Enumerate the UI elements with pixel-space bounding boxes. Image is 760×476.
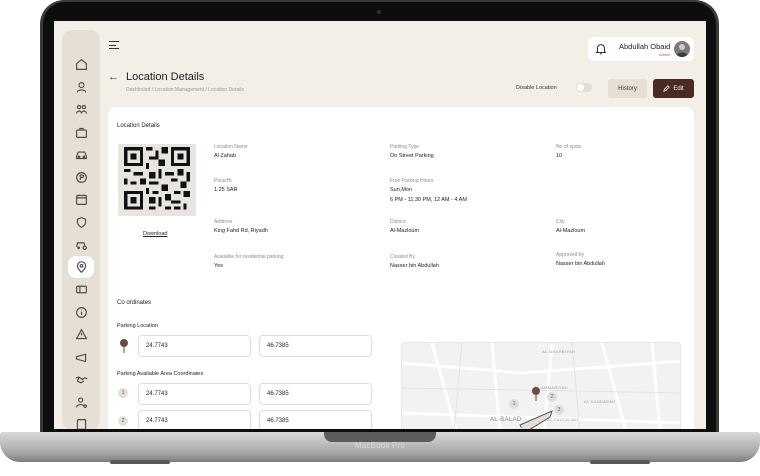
document-icon[interactable] (73, 416, 89, 429)
history-button[interactable]: History (608, 79, 647, 98)
map-label: AL-BALAD (490, 417, 522, 423)
parking-type-label: Parking Type (390, 144, 420, 150)
area-lat-input[interactable]: 24.7743 (138, 383, 251, 405)
map-label: AL-GHARBIYAH (542, 349, 576, 354)
disable-location-label: Disable Location (516, 85, 557, 91)
pencil-icon (663, 85, 671, 92)
approved-by-value: Nasser bin Abdullah (556, 261, 605, 267)
breadcrumb: Dashboard / Location Management / Locati… (126, 87, 244, 93)
parking-type-value: On Street Parking (390, 153, 434, 159)
avatar[interactable] (674, 41, 690, 57)
shield-icon[interactable] (73, 214, 89, 230)
calendar-icon[interactable] (73, 191, 89, 207)
city-label: City (556, 219, 565, 225)
laptop-foot (110, 460, 170, 464)
pin-icon (120, 339, 128, 353)
back-arrow-icon[interactable]: ← (108, 71, 119, 83)
app-screen: Abdullah Obaid Admin ← Location Details … (54, 21, 706, 429)
area-point-badge: 2 (118, 416, 128, 426)
camera (377, 10, 381, 14)
free-hours-times: 6 PM - 11:30 PM, 12 AM - 4 AM (390, 197, 467, 203)
vehicle-settings-icon[interactable] (73, 236, 89, 252)
map-label: AL KANDARAH (584, 399, 616, 404)
parking-location-lat-input[interactable]: 24.7743 (138, 335, 251, 357)
user-settings-icon[interactable] (73, 394, 89, 410)
parking-location-lng: 46.7385 (267, 343, 289, 349)
area-point-badge: 1 (118, 388, 128, 398)
user-role: Admin (659, 52, 671, 57)
district-label: District (390, 219, 406, 225)
area-lng-input[interactable]: 46.7385 (259, 383, 372, 405)
briefcase-icon[interactable] (73, 124, 89, 140)
laptop-foot (590, 460, 650, 464)
parking-location-label: Parking Location (117, 323, 158, 329)
disable-location-toggle[interactable] (576, 83, 592, 92)
sidebar (62, 30, 100, 429)
area-lat-input[interactable]: 24.7743 (138, 410, 251, 429)
free-hours-days: Sun,Mon (390, 187, 413, 193)
location-name-label: Location Name (214, 144, 248, 150)
map-marker[interactable]: 3 (554, 405, 564, 415)
users-group-icon[interactable] (73, 101, 89, 117)
district-value: Al-Mazloum (390, 228, 420, 234)
warning-icon[interactable] (73, 326, 89, 342)
details-section-title: Location Details (117, 123, 160, 129)
bell-icon[interactable] (594, 42, 608, 56)
price-label: Price/Hr (214, 178, 233, 184)
free-hours-label: Free Parking Hours (390, 178, 434, 184)
coordinates-section-title: Co ordinates (117, 300, 152, 306)
location-pin-icon[interactable] (68, 256, 94, 278)
map-label: AL-FAYSALIAH (547, 417, 579, 422)
address-label: Address (214, 219, 233, 225)
parking-location-lng-input[interactable]: 46.7385 (259, 335, 372, 357)
map-marker[interactable]: 2 (547, 392, 557, 402)
no-of-spots-label: No of spots (556, 144, 582, 150)
edit-button-label: Edit (673, 85, 684, 92)
download-link[interactable]: Download (143, 231, 167, 237)
edit-button[interactable]: Edit (653, 79, 694, 98)
parking-icon[interactable] (73, 169, 89, 185)
area-coordinates-label: Parking Available Area Coordinates (117, 371, 204, 377)
megaphone-icon[interactable] (73, 349, 89, 365)
area-lng: 46.7385 (267, 391, 289, 397)
parking-location-lat: 24.7743 (146, 343, 168, 349)
map-pin-icon (532, 387, 540, 401)
map-marker[interactable]: 1 (509, 399, 519, 409)
area-lat: 24.7743 (146, 391, 168, 397)
device-brand: MacBook Pro (354, 441, 406, 450)
no-of-spots-value: 10 (556, 153, 563, 159)
approved-by-label: Approved by (556, 252, 585, 258)
info-icon[interactable] (73, 304, 89, 320)
qr-code (118, 144, 196, 216)
history-button-label: History (618, 85, 637, 92)
user-card[interactable]: Abdullah Obaid Admin (588, 37, 694, 61)
user-name: Abdullah Obaid (619, 42, 671, 51)
location-name-value: Al Zahab (214, 153, 237, 159)
ticket-icon[interactable] (73, 281, 89, 297)
area-lng: 46.7385 (267, 418, 289, 424)
menu-icon[interactable] (109, 41, 119, 50)
area-lat: 24.7743 (146, 418, 168, 424)
residential-value: Yes (214, 263, 223, 269)
map[interactable]: AL-GHARBIYAH AL-AMMARIYAH AL KANDARAH AL… (401, 342, 681, 429)
car-icon[interactable] (73, 146, 89, 162)
created-by-value: Nasser bin Abdullah (390, 263, 439, 269)
details-card: Location Details Download Location Name … (108, 107, 694, 429)
price-value: 1.25 SAR (214, 187, 238, 193)
page-title: Location Details (126, 71, 205, 83)
created-by-label: Created By (390, 254, 416, 260)
area-lng-input[interactable]: 46.7385 (259, 410, 372, 429)
city-value: Al-Mazloum (556, 228, 586, 234)
user-icon[interactable] (73, 79, 89, 95)
home-icon[interactable] (73, 56, 89, 72)
handshake-icon[interactable] (73, 371, 89, 387)
address-value: King Fahd Rd, Riyadh (214, 228, 268, 234)
residential-label: Available for residential parking (214, 254, 284, 260)
